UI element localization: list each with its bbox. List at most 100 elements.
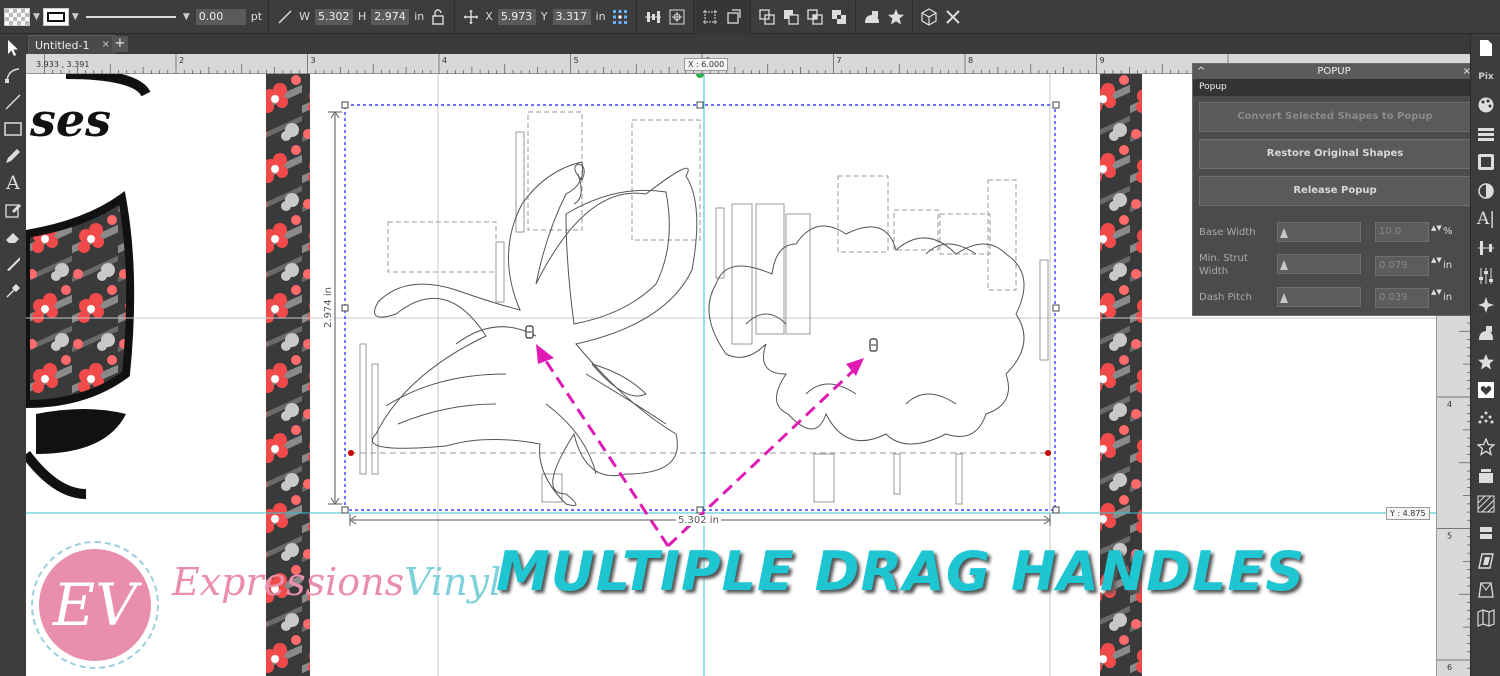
x-readout: X : 6.000 — [684, 58, 729, 71]
dash-pitch-slider[interactable] — [1277, 287, 1361, 307]
height-field[interactable]: 2.974 — [371, 8, 410, 25]
release-popup-button[interactable]: Release Popup — [1199, 176, 1471, 206]
hatch-icon[interactable] — [1471, 490, 1500, 519]
rectangle-tool-icon[interactable] — [0, 115, 26, 142]
min-strut-width-spinner[interactable]: ▲▼ — [1431, 256, 1442, 264]
chevron-down-icon[interactable]: ▼ — [33, 12, 40, 22]
edit-text-icon[interactable] — [0, 196, 26, 223]
anchor-icon[interactable] — [665, 5, 689, 29]
align-grid-icon[interactable] — [608, 5, 632, 29]
collapse-icon[interactable]: ^ — [1197, 64, 1205, 79]
ruler-tick-label: 4 — [442, 56, 447, 65]
tab-untitled-1[interactable]: Untitled-1 × — [28, 35, 116, 54]
height-label: H — [357, 10, 367, 23]
subtract-icon[interactable] — [779, 5, 803, 29]
sliders-icon[interactable] — [1471, 262, 1500, 291]
min-strut-width-input[interactable]: 0.079 — [1375, 256, 1429, 276]
base-width-slider[interactable] — [1277, 222, 1361, 242]
line-tool-icon[interactable] — [0, 88, 26, 115]
shape-icon[interactable] — [860, 5, 884, 29]
add-tab-button[interactable]: + — [112, 36, 128, 52]
pencil-tool-icon[interactable] — [0, 142, 26, 169]
node-edit-icon[interactable] — [0, 61, 26, 88]
pointer-icon[interactable] — [0, 34, 26, 61]
dash-pitch-unit: in — [1443, 292, 1453, 303]
palette-icon[interactable] — [1471, 91, 1500, 120]
ruler-tick-label: 6 — [1447, 663, 1452, 672]
restore-original-shapes-button[interactable]: Restore Original Shapes — [1199, 139, 1471, 169]
intersect-icon[interactable] — [803, 5, 827, 29]
stroke-swatch[interactable] — [42, 7, 69, 26]
base-width-spinner[interactable]: ▲▼ — [1431, 224, 1442, 232]
transform-docker-icon[interactable] — [1471, 291, 1500, 320]
close-icon[interactable] — [941, 5, 965, 29]
width-field[interactable]: 5.302 — [314, 8, 353, 25]
x-field[interactable]: 5.973 — [497, 8, 536, 25]
fill-group: ▼ ▼ ▼ 0.00 pt — [0, 0, 270, 34]
shapes-group — [856, 0, 913, 34]
dash-pitch-label: Dash Pitch — [1199, 292, 1252, 303]
size-icon[interactable] — [273, 5, 297, 29]
pixel-icon[interactable]: Pix — [1471, 63, 1500, 92]
base-width-input[interactable]: 10.0 — [1375, 222, 1429, 242]
star-icon[interactable] — [884, 5, 908, 29]
dash-pitch-input[interactable]: 0.039 — [1375, 288, 1429, 308]
contrast-icon[interactable] — [1471, 177, 1500, 206]
weld-icon[interactable] — [755, 5, 779, 29]
min-strut-width-slider[interactable] — [1277, 254, 1361, 274]
logo-initials: EV — [39, 549, 151, 661]
docker-tabs: Pix A| — [1470, 34, 1500, 676]
logo-word-2: Vinyl — [404, 560, 502, 604]
fill-swatch[interactable] — [4, 7, 30, 26]
layers-icon[interactable] — [1471, 120, 1500, 149]
shapes-docker-icon[interactable] — [1471, 319, 1500, 348]
annotation-banner: MULTIPLE DRAG HANDLES — [496, 540, 1306, 603]
base-width-label: Base Width — [1199, 227, 1256, 238]
lock-icon[interactable] — [426, 5, 450, 29]
drag-handle-right[interactable] — [869, 338, 878, 352]
logo-wordmark: ExpressionsVinyl — [172, 560, 501, 604]
page-icon[interactable] — [1471, 34, 1500, 63]
convert-to-popup-button[interactable]: Convert Selected Shapes to Popup — [1199, 102, 1471, 132]
bar-icon[interactable] — [1471, 519, 1500, 548]
chevron-down-icon[interactable]: ▼ — [72, 12, 79, 22]
text-style-icon[interactable]: A| — [1471, 205, 1500, 234]
knife-icon[interactable] — [0, 250, 26, 277]
exclude-icon[interactable] — [827, 5, 851, 29]
parallelogram-icon[interactable] — [1471, 547, 1500, 576]
popup-tab[interactable]: Popup — [1193, 79, 1475, 96]
text-tool-icon[interactable]: A — [0, 169, 26, 196]
eraser-icon[interactable] — [0, 223, 26, 250]
shadow-icon[interactable] — [1471, 576, 1500, 605]
eyedropper-icon[interactable] — [0, 277, 26, 304]
move-icon[interactable] — [459, 5, 483, 29]
star-outline-icon[interactable] — [1471, 433, 1500, 462]
transform-group — [693, 0, 751, 34]
chevron-down-icon[interactable]: ▼ — [183, 12, 190, 22]
dash-pitch-spinner[interactable]: ▲▼ — [1431, 288, 1442, 296]
transform-icon[interactable] — [722, 5, 746, 29]
stack-icon[interactable] — [1471, 462, 1500, 491]
dots-icon[interactable] — [1471, 405, 1500, 434]
align-icon[interactable] — [1471, 234, 1500, 263]
star-docker-icon[interactable] — [1471, 348, 1500, 377]
crop-icon[interactable] — [698, 5, 722, 29]
position-unit-label: in — [595, 10, 606, 23]
heart-frame-icon[interactable] — [1471, 376, 1500, 405]
arrange-group — [637, 0, 694, 34]
close-tab-icon[interactable]: × — [102, 39, 110, 50]
vertical-ruler[interactable]: 4 5 6 — [1436, 315, 1471, 676]
3d-box-icon[interactable] — [917, 5, 941, 29]
grid-map-icon[interactable] — [1471, 604, 1500, 633]
stroke-width-field[interactable]: 0.00 — [195, 8, 246, 25]
drag-handle-left[interactable] — [525, 325, 534, 339]
y-field[interactable]: 3.317 — [552, 8, 591, 25]
popup-docker-icon[interactable] — [1471, 148, 1500, 177]
app-window: ▼ ▼ ▼ 0.00 pt W 5.302 H 2.974 in X 5.973… — [0, 0, 1500, 676]
ruler-ticks-vertical: 4 5 6 — [1437, 322, 1471, 672]
base-width-unit: % — [1443, 226, 1453, 237]
line-style-selector[interactable] — [85, 15, 176, 18]
tools-panel: A — [0, 34, 26, 676]
distribute-icon[interactable] — [641, 5, 665, 29]
position-group: X 5.973 Y 3.317 in — [455, 0, 637, 34]
